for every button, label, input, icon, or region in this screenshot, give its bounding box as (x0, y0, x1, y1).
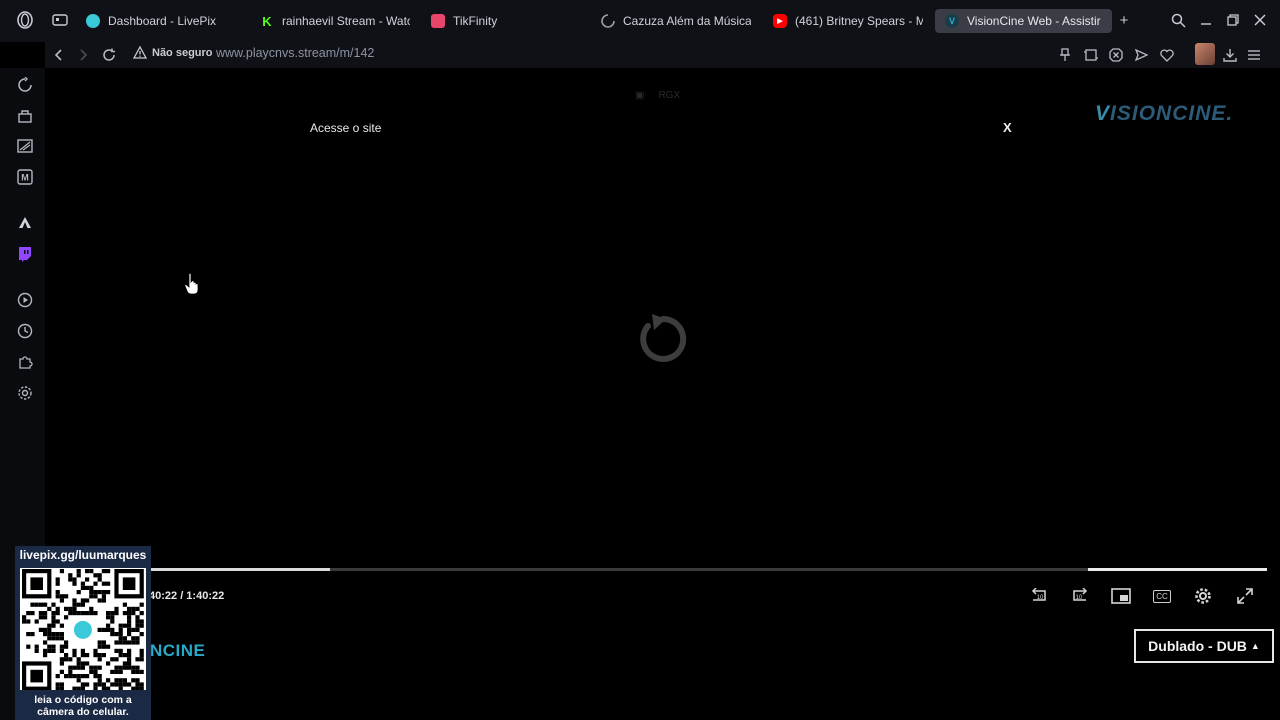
copy-icon: ▣ (635, 90, 645, 101)
tab-label: rainhaevil Stream - Watc (282, 14, 410, 28)
snapshot-icon[interactable] (1081, 45, 1101, 65)
settings-icon[interactable] (1191, 584, 1215, 608)
reload-icon[interactable] (99, 45, 119, 65)
replay-loading-icon[interactable] (630, 308, 692, 370)
close-window-icon[interactable] (1250, 10, 1270, 30)
download-icon[interactable] (1220, 45, 1240, 65)
tab-visioncine-active[interactable]: V VisionCine Web - Assistir (935, 9, 1112, 33)
search-tabs-icon[interactable] (1168, 10, 1188, 30)
qr-code (20, 568, 146, 691)
kick-icon: K (260, 14, 274, 29)
extensions-icon[interactable] (14, 351, 36, 373)
youtube-icon: ▶ (773, 14, 787, 28)
tab-label: (461) Britney Spears - M (795, 14, 923, 28)
overlay-small-text: RGX (658, 90, 681, 101)
tab-kick-stream[interactable]: K rainhaevil Stream - Watc (260, 9, 410, 33)
seek-bar[interactable] (151, 568, 1267, 571)
send-icon[interactable] (1131, 45, 1151, 65)
url-field[interactable]: www.playcnvs.stream/m/142 (216, 46, 374, 60)
speed-dial-icon[interactable] (14, 74, 36, 96)
aria-icon[interactable] (14, 212, 36, 234)
brand-fragment: NCINE (150, 641, 206, 660)
heart-icon[interactable] (1157, 45, 1177, 65)
address-bar: Não seguro www.playcnvs.stream/m/142 (45, 42, 1280, 68)
logo-first-letter: V (1095, 102, 1111, 125)
captions-icon[interactable]: CC (1150, 584, 1174, 608)
security-indicator[interactable]: Não seguro (133, 46, 213, 59)
audio-language-select[interactable]: Dublado - DUB ▲ (1134, 629, 1274, 663)
tab-label: TikFinity (453, 14, 498, 28)
qr-caption-line-1: leia o código com a (34, 694, 132, 706)
caret-up-icon: ▲ (1250, 641, 1260, 651)
tab-label: VisionCine Web - Assistir (967, 14, 1101, 28)
qr-caption-line-2: câmera do celular. (37, 706, 129, 718)
time-display: 40:22 / 1:40:22 (149, 590, 225, 602)
twitch-icon[interactable] (14, 243, 36, 265)
new-tab-plus-icon[interactable]: + (1114, 10, 1134, 30)
svg-text:M: M (21, 173, 29, 183)
visioncine-logo: VISIONCINE. (1095, 102, 1233, 126)
tikfinity-icon (431, 14, 445, 28)
browser-tab-bar: Dashboard - LivePix K rainhaevil Stream … (0, 0, 1280, 42)
hand-cursor-icon (184, 272, 199, 295)
seek-bar-tail (1088, 568, 1267, 571)
opera-menu-icon[interactable] (15, 10, 35, 30)
easy-setup-menu-icon[interactable] (1244, 45, 1264, 65)
svg-text:10: 10 (1037, 595, 1044, 601)
settings-gear-icon[interactable] (14, 382, 36, 404)
profile-avatar[interactable] (1195, 43, 1215, 65)
shopping-bag-icon[interactable] (14, 105, 36, 127)
livepix-icon (86, 14, 100, 28)
back-arrow-icon[interactable] (49, 45, 69, 65)
tab-label: Dashboard - LivePix (108, 14, 217, 28)
qr-caption: leia o código com a câmera do celular. (15, 694, 151, 718)
visioncine-icon: V (945, 14, 959, 28)
fullscreen-icon[interactable] (1233, 584, 1257, 608)
tab-label: Cazuza Além da Música (623, 14, 751, 28)
forward-10-icon[interactable]: 10 (1068, 584, 1092, 608)
promo-link[interactable]: Acesse o site (310, 121, 381, 135)
tab-livepix[interactable]: Dashboard - LivePix (86, 9, 236, 33)
history-clock-icon[interactable] (14, 320, 36, 342)
gallery-icon[interactable] (14, 135, 36, 157)
adblock-icon[interactable] (1106, 45, 1126, 65)
gamepad-icon[interactable] (50, 10, 70, 30)
minimize-icon[interactable] (1196, 10, 1216, 30)
forward-arrow-icon[interactable] (73, 45, 93, 65)
security-label: Não seguro (152, 46, 213, 59)
loading-spinner-icon (601, 14, 615, 28)
video-player[interactable]: ▣ RGX Acesse o site X VISIONCINE. 40:22 … (45, 68, 1280, 720)
svg-text:10: 10 (1076, 595, 1083, 601)
m-app-icon[interactable]: M (14, 166, 36, 188)
tab-cazuza[interactable]: Cazuza Além da Música (601, 9, 751, 33)
picture-in-picture-icon[interactable] (1109, 584, 1133, 608)
livepix-qr-overlay: livepix.gg/luumarques leia o código com … (15, 546, 151, 720)
warning-triangle-icon (133, 46, 147, 59)
logo-text: ISIONCINE. (1110, 102, 1234, 125)
seek-bar-played (151, 568, 330, 571)
audio-language-label: Dublado - DUB (1148, 638, 1247, 654)
pin-icon[interactable] (1055, 45, 1075, 65)
player-icon[interactable] (14, 289, 36, 311)
qr-header: livepix.gg/luumarques (19, 548, 147, 562)
close-promo-button[interactable]: X (1003, 120, 1012, 135)
restore-window-icon[interactable] (1223, 10, 1243, 30)
tab-youtube[interactable]: ▶ (461) Britney Spears - M (773, 9, 923, 33)
faint-overlay-controls: ▣ RGX (635, 90, 680, 101)
rewind-10-icon[interactable]: 10 (1027, 584, 1051, 608)
tab-tikfinity[interactable]: TikFinity (431, 9, 581, 33)
